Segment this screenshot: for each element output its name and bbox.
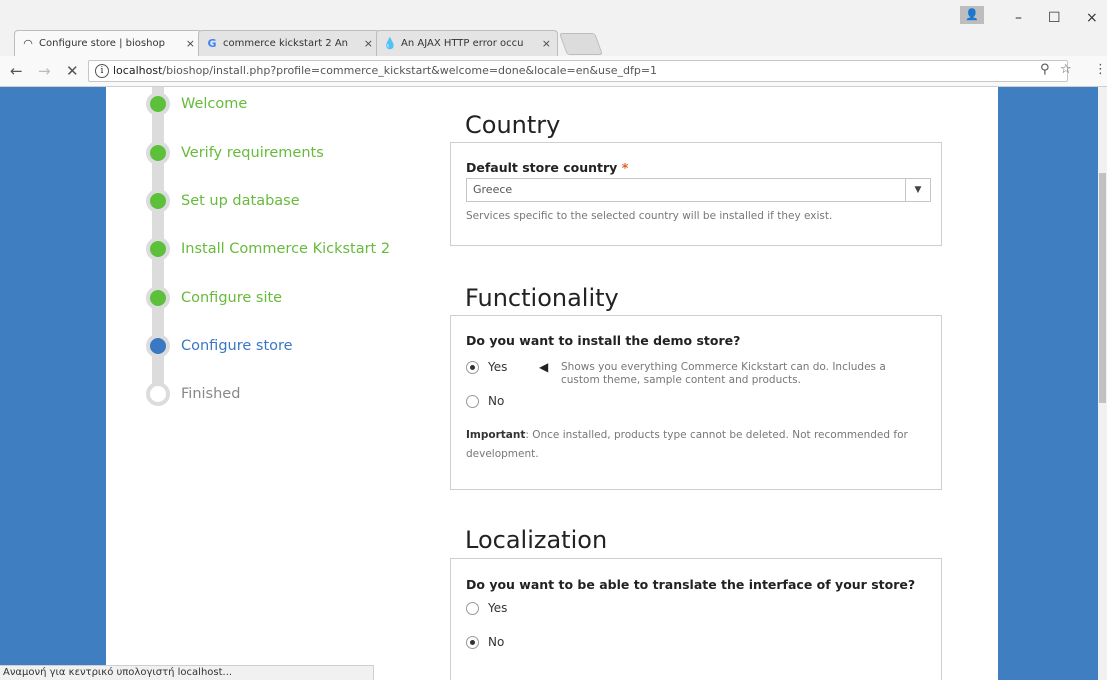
demo-store-no-radio[interactable] (466, 394, 479, 408)
step-install-commerce-kickstart: Install Commerce Kickstart 2 (146, 237, 390, 261)
step-label: Verify requirements (181, 145, 324, 161)
step-label: Configure store (181, 338, 293, 354)
translate-question: Do you want to be able to translate the … (466, 577, 916, 592)
default-country-label-text: Default store country (466, 160, 618, 175)
google-icon: G (207, 37, 217, 50)
page-background-left (0, 87, 106, 680)
close-icon[interactable]: × (364, 37, 373, 50)
browser-toolbar: ← → ✕ i localhost/bioshop/install.php?pro… (0, 56, 1107, 87)
arrow-left-icon: ◀ (539, 360, 549, 374)
step-pending-icon (146, 382, 170, 406)
tab-label: An AJAX HTTP error occu (401, 38, 524, 49)
localization-fieldset: Do you want to be able to translate the … (450, 558, 942, 680)
demo-store-yes-option[interactable]: Yes (466, 360, 507, 374)
installer-content: Welcome Verify requirements Set up datab… (106, 87, 998, 680)
step-label: Welcome (181, 96, 248, 112)
menu-icon[interactable]: ⋮ (1094, 62, 1107, 77)
maximize-button[interactable]: ☐ (1048, 10, 1061, 26)
step-configure-store: Configure store (146, 334, 293, 358)
demo-store-yes-radio[interactable] (466, 360, 479, 374)
country-heading: Country (465, 111, 561, 139)
info-icon[interactable]: i (95, 64, 109, 78)
radio-label: Yes (488, 360, 508, 374)
translate-yes-radio[interactable] (466, 601, 479, 615)
step-welcome: Welcome (146, 92, 247, 116)
important-label: Important (466, 429, 526, 441)
loading-icon: ◠ (23, 37, 33, 50)
close-icon[interactable]: × (186, 37, 195, 50)
back-icon[interactable]: ← (10, 62, 23, 80)
forward-icon[interactable]: → (38, 62, 51, 80)
close-window-button[interactable]: × (1086, 10, 1098, 26)
important-text-cont: development. (466, 448, 539, 460)
translate-yes-option[interactable]: Yes (466, 601, 507, 615)
radio-label: No (488, 635, 505, 649)
step-finished: Finished (146, 382, 240, 406)
url-path: /bioshop/install.php?profile=commerce_ki… (162, 64, 658, 77)
translate-no-option[interactable]: No (466, 635, 504, 649)
url-host: localhost (113, 64, 163, 77)
step-label: Finished (181, 386, 241, 402)
country-fieldset: Default store country * Greece ▼ Service… (450, 142, 942, 246)
step-done-icon (146, 141, 170, 165)
step-active-icon (146, 334, 170, 358)
demo-store-no-option[interactable]: No (466, 394, 504, 408)
step-label: Install Commerce Kickstart 2 (181, 241, 391, 257)
step-configure-site: Configure site (146, 286, 282, 310)
demo-store-question: Do you want to install the demo store? (466, 333, 741, 348)
step-done-icon (146, 189, 170, 213)
minimize-button[interactable]: – (1015, 10, 1022, 26)
tab-configure-store[interactable]: ◠ Configure store | bioshop × (14, 30, 202, 56)
browser-titlebar: ◠ Configure store | bioshop × G commerce… (0, 0, 1107, 56)
radio-label: No (488, 394, 505, 408)
localization-heading: Localization (465, 526, 608, 554)
tab-label: commerce kickstart 2 An (223, 38, 349, 49)
country-select-value: Greece (473, 183, 513, 196)
country-select[interactable]: Greece ▼ (466, 178, 931, 202)
scrollbar-thumb[interactable] (1099, 173, 1106, 403)
status-bar: Αναμονή για κεντρικό υπολογιστή localhos… (0, 665, 374, 680)
step-label: Set up database (181, 193, 300, 209)
important-note: Important: Once installed, products type… (466, 426, 931, 464)
functionality-fieldset: Do you want to install the demo store? Y… (450, 315, 942, 490)
chevron-down-icon: ▼ (905, 179, 930, 201)
tab-label: Configure store | bioshop (39, 38, 165, 49)
step-done-icon (146, 92, 170, 116)
step-label: Configure site (181, 290, 283, 306)
page-background-right (998, 87, 1098, 680)
tab-ajax-error[interactable]: 💧 An AJAX HTTP error occu × (376, 30, 558, 56)
translate-no-radio[interactable] (466, 635, 479, 649)
tab-google-search[interactable]: G commerce kickstart 2 An × (198, 30, 380, 56)
step-set-up-database: Set up database (146, 189, 300, 213)
new-tab-button[interactable] (558, 33, 604, 55)
radio-label: Yes (488, 601, 508, 615)
step-done-icon (146, 286, 170, 310)
step-done-icon (146, 237, 170, 261)
description-line: Shows you everything Commerce Kickstart … (561, 361, 886, 373)
demo-store-yes-description: Shows you everything Commerce Kickstart … (561, 361, 886, 387)
functionality-heading: Functionality (465, 284, 619, 312)
required-marker: * (621, 160, 629, 175)
extension-icon[interactable]: ⚲ (1040, 62, 1050, 77)
profile-icon[interactable]: 👤 (960, 6, 984, 24)
default-country-label: Default store country * (466, 160, 628, 175)
country-description: Services specific to the selected countr… (466, 210, 833, 222)
important-text: : Once installed, products type cannot b… (525, 429, 908, 441)
page-viewport: Welcome Verify requirements Set up datab… (0, 87, 1107, 680)
drupal-icon: 💧 (383, 37, 397, 50)
description-line: custom theme, sample content and product… (561, 374, 801, 386)
step-verify-requirements: Verify requirements (146, 141, 324, 165)
close-icon[interactable]: × (542, 37, 551, 50)
bookmark-star-icon[interactable]: ☆ (1060, 62, 1072, 77)
stop-icon[interactable]: ✕ (66, 62, 79, 80)
address-bar[interactable]: i localhost/bioshop/install.php?profile=c… (88, 60, 1068, 82)
